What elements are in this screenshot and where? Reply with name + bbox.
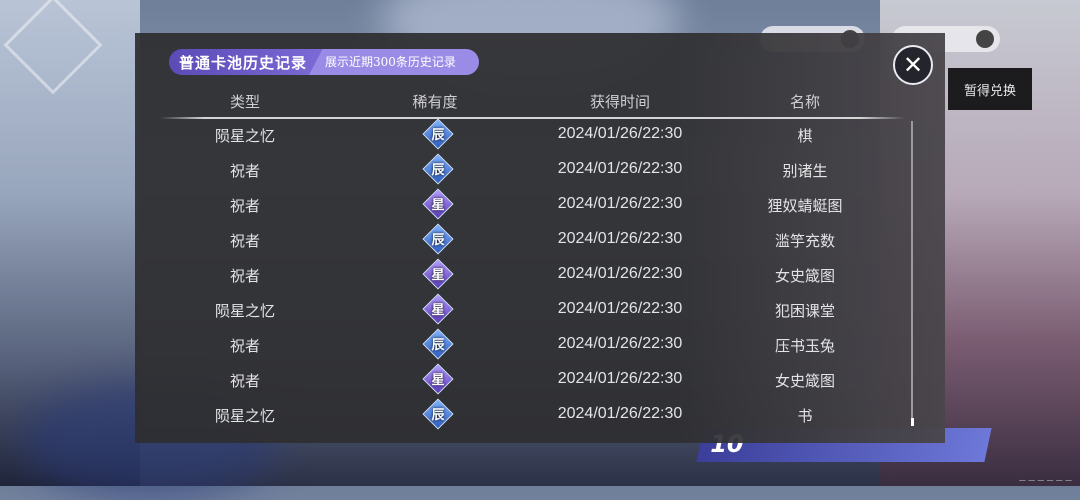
side-tag[interactable]: 暂得兑换 [948,68,1032,110]
row-time: 2024/01/26/22:30 [557,300,683,317]
rarity-label: 星 [431,303,445,318]
row-time: 2024/01/26/22:30 [557,335,683,352]
rarity-label: 辰 [431,408,445,423]
rarity-label: 辰 [431,338,445,353]
history-list[interactable]: 陨星之忆辰 2024/01/26/22:30 棋祝者辰 2024/01/26/22:3… [160,118,905,433]
table-row: 祝者 辰 2024/01/26/22:30 压书玉兔 [160,328,905,363]
table-header: 类型 稀有度 获得时间 名称 [160,89,905,119]
row-time: 2024/01/26/22:30 [557,265,683,282]
row-name: 女史箴图 [774,372,835,390]
footnote-decoration: — — — — — — [1018,476,1072,484]
page-subtitle: 展示近期300条历史记录 [325,55,456,69]
scrollbar-thumb[interactable] [911,418,914,426]
rarity-label: 星 [431,373,445,388]
row-name: 棋 [797,127,813,145]
row-time: 2024/01/26/22:30 [557,195,683,212]
row-type: 祝者 [229,267,260,285]
close-icon: ✕ [902,51,924,79]
rarity-label: 辰 [431,233,445,248]
row-type: 祝者 [229,162,260,180]
table-row: 祝者 星 2024/01/26/22:30 女史箴图 [160,258,905,293]
row-name: 狸奴蜻蜓图 [767,197,843,215]
header-name: 名称 [789,93,820,111]
scrollbar[interactable] [911,121,913,421]
row-time: 2024/01/26/22:30 [557,405,683,422]
row-type: 陨星之忆 [214,302,275,320]
rarity-label: 星 [431,198,445,213]
row-name: 滥竽充数 [774,232,835,250]
row-time: 2024/01/26/22:30 [557,125,683,142]
row-name: 犯困课堂 [774,302,835,320]
row-time: 2024/01/26/22:30 [557,160,683,177]
table-row: 祝者 辰 2024/01/26/22:30 别诸生 [160,153,905,188]
row-type: 祝者 [229,232,260,250]
add-icon[interactable] [976,30,994,48]
row-type: 陨星之忆 [214,407,275,425]
header-rarity: 稀有度 [412,93,458,111]
header-time: 获得时间 [589,93,650,111]
table-row: 祝者 星 2024/01/26/22:30 女史箴图 [160,363,905,398]
page-title: 普通卡池历史记录 [179,54,308,72]
row-name: 书 [797,407,813,425]
header-type: 类型 [229,93,260,111]
row-name: 别诸生 [782,162,828,180]
history-panel: 普通卡池历史记录 展示近期300条历史记录 类型 稀有度 获得时间 名称 陨星之… [135,33,945,443]
rarity-label: 星 [431,268,445,283]
row-name: 压书玉兔 [774,337,835,355]
title-main: 普通卡池历史记录 [169,49,323,75]
title-sub: 展示近期300条历史记录 [309,49,479,75]
row-time: 2024/01/26/22:30 [557,230,683,247]
row-type: 祝者 [229,337,260,355]
row-time: 2024/01/26/22:30 [557,370,683,387]
table-row: 陨星之忆 星 2024/01/26/22:30 犯困课堂 [160,293,905,328]
table-row: 祝者 辰 2024/01/26/22:30 滥竽充数 [160,223,905,258]
rarity-label: 辰 [431,128,445,143]
rarity-label: 辰 [431,163,445,178]
row-name: 女史箴图 [774,267,835,285]
table-row: 陨星之忆 辰 2024/01/26/22:30 书 [160,398,905,433]
table-row: 祝者 星 2024/01/26/22:30 狸奴蜻蜓图 [160,188,905,223]
row-type: 陨星之忆 [214,127,275,145]
row-type: 祝者 [229,372,260,390]
row-type: 祝者 [229,197,260,215]
table-row: 陨星之忆 辰 2024/01/26/22:30 棋 [160,118,905,153]
close-button[interactable]: ✕ [893,45,933,85]
